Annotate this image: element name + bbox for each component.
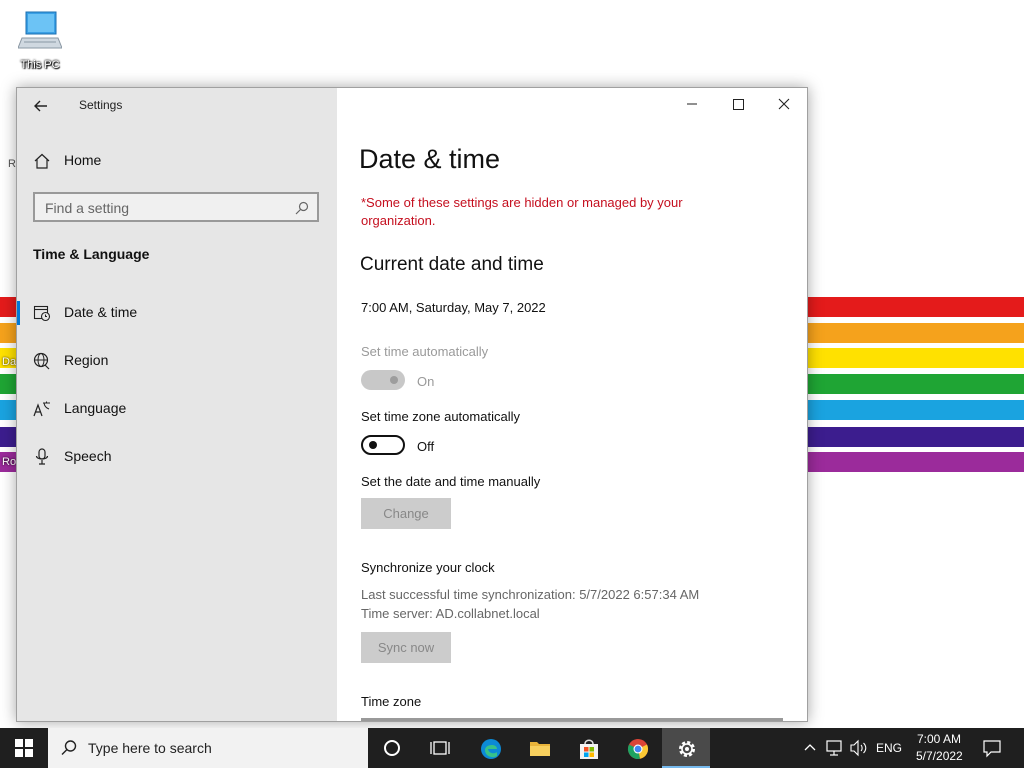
computer-icon [17, 11, 63, 49]
windows-logo-icon [15, 739, 33, 757]
start-button[interactable] [0, 728, 48, 768]
folder-icon [530, 742, 550, 756]
notification-icon[interactable] [982, 738, 1002, 758]
time-server-text: Time server: AD.collabnet.local [361, 606, 540, 621]
task-view-icon [430, 741, 450, 755]
time-zone-label: Time zone [361, 694, 422, 709]
sidebar-item-home[interactable]: Home [17, 141, 337, 181]
volume-icon[interactable] [849, 739, 869, 757]
sidebar-item-speech[interactable]: Speech [17, 437, 337, 477]
file-explorer-button[interactable] [515, 728, 563, 768]
this-pc-label: This PC [20, 59, 60, 71]
clock-time[interactable]: 7:00 AM [917, 732, 961, 746]
sidebar-item-label: Region [64, 352, 109, 368]
search-icon [61, 740, 77, 755]
sidebar-item-label: Home [64, 152, 102, 168]
desktop-edge-label: Da [2, 356, 17, 368]
last-sync-text: Last successful time synchronization: 5/… [361, 587, 700, 602]
settings-window: Settings Home Find a setting Time & Lang… [16, 87, 808, 722]
sidebar-item-date-time[interactable]: Date & time [17, 293, 337, 333]
desktop-edge-label: R [8, 158, 16, 170]
sidebar-item-language[interactable]: Language [17, 389, 337, 429]
chrome-app-button[interactable] [613, 728, 661, 768]
sync-heading: Synchronize your clock [361, 560, 495, 575]
chrome-icon [627, 739, 649, 760]
back-button[interactable] [29, 94, 53, 118]
current-date-time-value: 7:00 AM, Saturday, May 7, 2022 [361, 300, 546, 315]
window-title: Settings [79, 98, 123, 112]
back-arrow-icon [34, 100, 47, 112]
home-icon [34, 153, 50, 169]
microphone-icon [35, 448, 49, 465]
search-placeholder: Find a setting [45, 200, 130, 216]
sidebar-item-region[interactable]: Region [17, 341, 337, 381]
manual-date-time-label: Set the date and time manually [361, 474, 541, 489]
toggle-knob [369, 441, 377, 449]
sidebar-item-label: Language [64, 400, 127, 416]
date-time-icon [33, 305, 51, 322]
taskbar-search-placeholder: Type here to search [88, 740, 212, 756]
cortana-icon [384, 740, 400, 756]
settings-app-button[interactable] [662, 728, 710, 768]
close-icon [778, 98, 790, 110]
minimize-icon [687, 103, 697, 105]
edge-icon [481, 739, 501, 759]
language-icon [33, 401, 50, 417]
edge-app-button[interactable] [466, 728, 514, 768]
set-tz-auto-state: Off [417, 439, 435, 454]
store-icon [580, 739, 598, 759]
set-tz-auto-label: Set time zone automatically [361, 409, 520, 424]
search-icon [295, 201, 309, 215]
toggle-knob [390, 376, 398, 384]
taskbar-search-input[interactable]: Type here to search [48, 728, 368, 768]
minimize-button[interactable] [669, 88, 715, 120]
set-time-auto-toggle[interactable] [361, 370, 405, 390]
store-app-button[interactable] [564, 728, 612, 768]
gear-icon [679, 741, 695, 757]
globe-icon [33, 352, 50, 370]
cortana-button[interactable] [368, 728, 416, 768]
set-tz-auto-toggle[interactable] [361, 435, 405, 455]
content-pane: Date & time *Some of these settings are … [337, 88, 807, 721]
maximize-button[interactable] [715, 88, 761, 120]
this-pc-shortcut[interactable]: This PC [14, 8, 66, 71]
time-zone-dropdown[interactable] [361, 718, 783, 721]
section-title: Time & Language [33, 246, 150, 262]
close-button[interactable] [761, 88, 807, 120]
page-title: Date & time [359, 144, 501, 174]
input-language-indicator[interactable]: ENG [876, 741, 902, 755]
active-indicator [17, 301, 20, 325]
current-date-time-heading: Current date and time [360, 254, 544, 275]
set-time-auto-label: Set time automatically [361, 344, 489, 359]
sidebar-item-label: Speech [64, 448, 112, 464]
maximize-icon [733, 99, 744, 110]
set-time-auto-state: On [417, 374, 435, 389]
sidebar: Settings Home Find a setting Time & Lang… [17, 88, 337, 721]
clock-date[interactable]: 5/7/2022 [916, 749, 963, 763]
sync-now-button[interactable]: Sync now [361, 632, 451, 663]
find-setting-input[interactable]: Find a setting [33, 192, 319, 222]
sidebar-item-label: Date & time [64, 304, 138, 320]
desktop-edge-label: Ro [2, 456, 17, 468]
task-view-button[interactable] [416, 728, 464, 768]
chevron-up-icon[interactable] [802, 740, 818, 756]
managed-warning: *Some of these settings are hidden or ma… [361, 195, 683, 228]
network-icon[interactable] [825, 739, 843, 757]
change-button[interactable]: Change [361, 498, 451, 529]
taskbar: Type here to search ENG 7:00 AM 5/7/2022 [0, 728, 1024, 768]
